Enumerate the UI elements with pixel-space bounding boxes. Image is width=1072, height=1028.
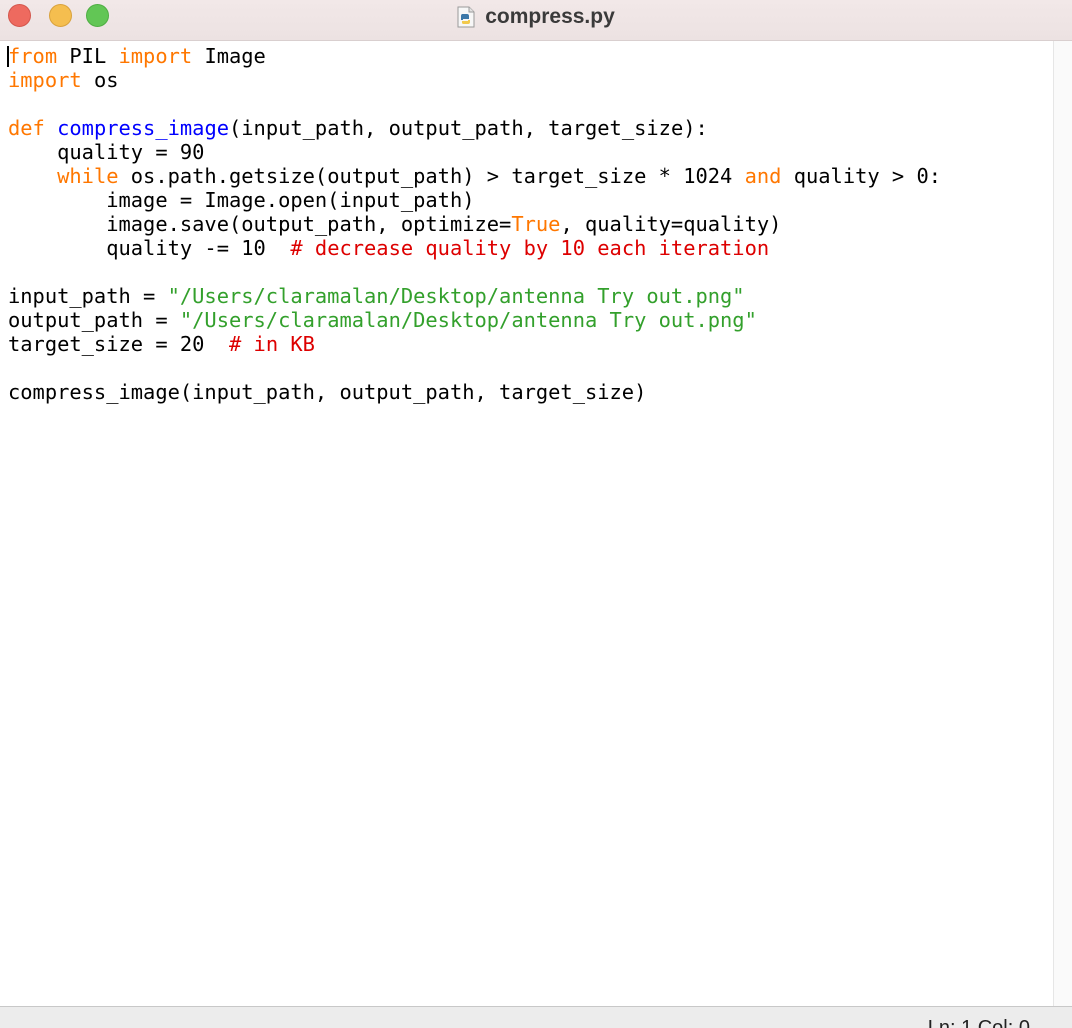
code-line: input_path = "/Users/claramalan/Desktop/… [8, 284, 1052, 308]
code-token: (input_path, output_path, target_size): [229, 116, 708, 140]
code-token: import [8, 68, 82, 92]
code-line: def compress_image(input_path, output_pa… [8, 116, 1052, 140]
code-token: "/Users/claramalan/Desktop/antenna Try o… [167, 284, 745, 308]
code-line: image = Image.open(input_path) [8, 188, 1052, 212]
code-line: image.save(output_path, optimize=True, q… [8, 212, 1052, 236]
code-token: quality = 90 [8, 140, 205, 164]
text-cursor [7, 46, 9, 67]
code-line: output_path = "/Users/claramalan/Desktop… [8, 308, 1052, 332]
code-text-area[interactable]: from PIL import Image import os def compr… [0, 41, 1052, 404]
code-token: compress_image [57, 116, 229, 140]
code-token: while [57, 164, 119, 188]
code-token: "/Users/claramalan/Desktop/antenna Try o… [179, 308, 757, 332]
cursor-position: Ln: 1 Col: 0 [927, 1017, 1030, 1028]
code-token: PIL [57, 44, 119, 68]
code-token: True [511, 212, 561, 236]
code-token: from [8, 44, 58, 68]
code-token: os [81, 68, 119, 92]
code-editor[interactable]: from PIL import Image import os def compr… [0, 41, 1052, 1006]
code-token: image.save(output_path, optimize= [8, 212, 512, 236]
code-token: quality > 0: [781, 164, 942, 188]
code-token: # decrease quality by 10 each iteration [290, 236, 770, 260]
code-token: and [744, 164, 782, 188]
code-token: input_path = [8, 284, 168, 308]
window-title-area: compress.py [0, 0, 1072, 34]
code-token: compress_image(input_path, output_path, … [8, 380, 647, 404]
code-line: quality = 90 [8, 140, 1052, 164]
status-bar: Ln: 1 Col: 0 [0, 1006, 1072, 1028]
code-line: target_size = 20 # in KB [8, 332, 1052, 356]
idle-editor-window: compress.py from PIL import Image import … [0, 0, 1072, 1028]
window-title: compress.py [485, 5, 615, 28]
code-token: quality -= 10 [8, 236, 291, 260]
code-line: compress_image(input_path, output_path, … [8, 380, 1052, 404]
code-token: image = Image.open(input_path) [8, 188, 475, 212]
code-line: import os [8, 68, 1052, 92]
code-token: , quality=quality) [560, 212, 782, 236]
code-token: Image [192, 44, 266, 68]
code-token: def [8, 116, 45, 140]
code-line: while os.path.getsize(output_path) > tar… [8, 164, 1052, 188]
code-token: import [118, 44, 193, 68]
code-token: os.path.getsize(output_path) > target_si… [118, 164, 745, 188]
code-token: # in KB [228, 332, 315, 356]
python-file-icon [457, 6, 475, 28]
code-line: from PIL import Image [7, 44, 1052, 68]
code-token: target_size = 20 [8, 332, 229, 356]
code-token: output_path = [8, 308, 180, 332]
code-line: quality -= 10 # decrease quality by 10 e… [8, 236, 1052, 260]
title-bar: compress.py [0, 0, 1072, 41]
vertical-scrollbar[interactable] [1053, 41, 1072, 1006]
